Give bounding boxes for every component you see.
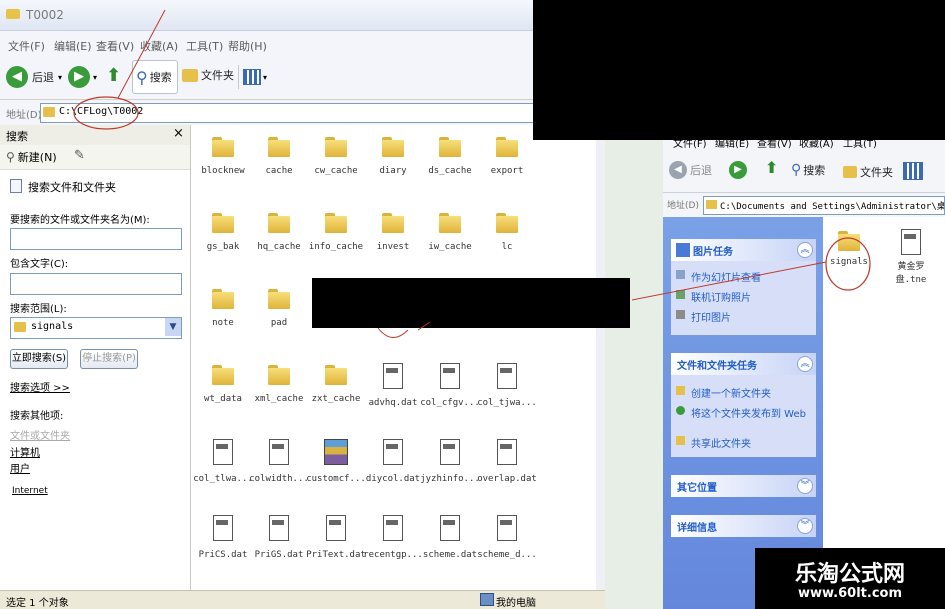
annotation-layer <box>73 9 871 338</box>
annotation-circle-address <box>73 96 139 130</box>
annotation-arrow-signals <box>631 261 827 301</box>
watermark-title: 乐淘公式网 <box>794 562 905 587</box>
annotation-arrow-address <box>117 9 166 99</box>
annotation-arrow-tail <box>417 321 431 331</box>
watermark-url: www.60lt.com <box>797 586 903 601</box>
annotation-arc <box>377 327 409 338</box>
watermark: 乐淘公式网 www.60lt.com <box>755 548 945 609</box>
annotation-circle-signals <box>825 237 871 291</box>
